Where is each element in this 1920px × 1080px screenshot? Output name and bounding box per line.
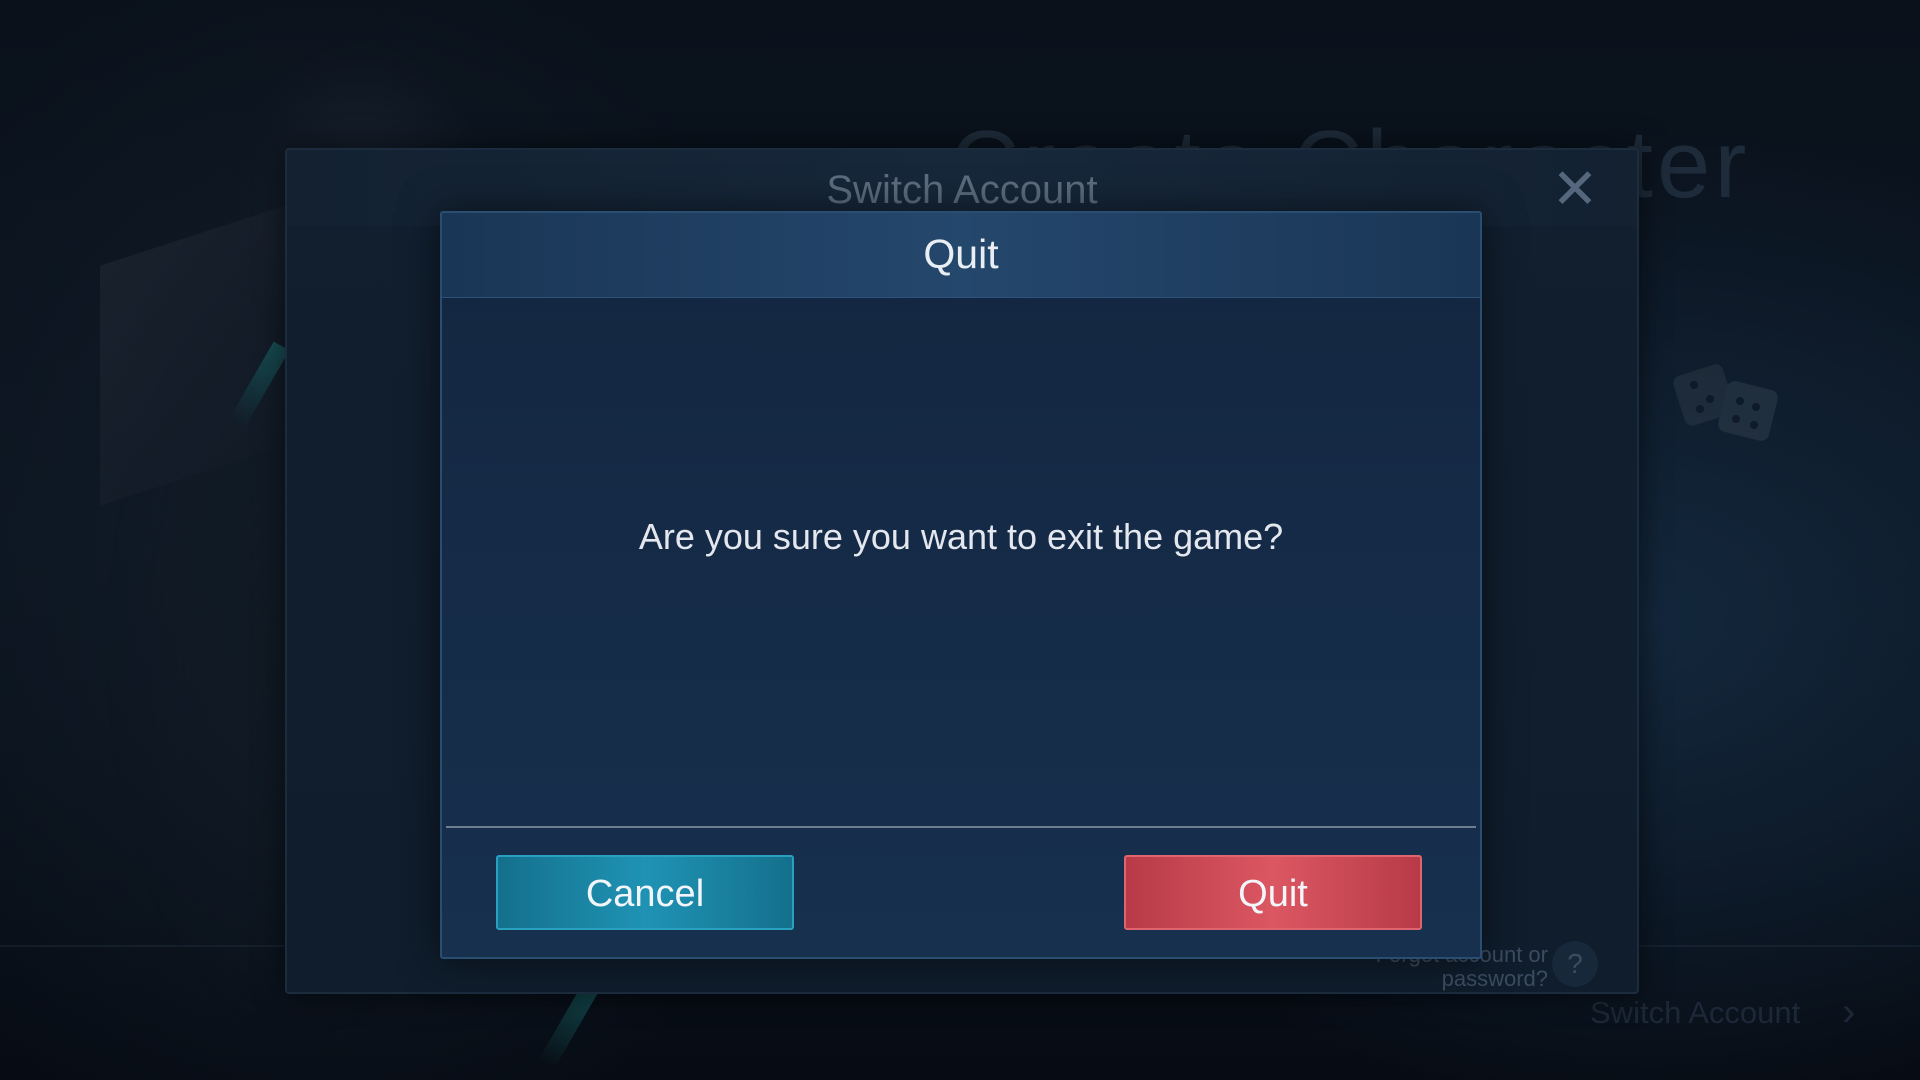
game-screen: ‹ Create Character Switch Account › Swit… bbox=[0, 0, 1920, 1080]
quit-dialog-title: Quit bbox=[923, 231, 999, 277]
switch-account-button[interactable]: Switch Account bbox=[1590, 995, 1800, 1031]
cancel-button[interactable]: Cancel bbox=[496, 855, 794, 930]
forget-account-line2: password? bbox=[1441, 966, 1548, 991]
quit-dialog: Quit Are you sure you want to exit the g… bbox=[440, 211, 1482, 959]
quit-dialog-message: Are you sure you want to exit the game? bbox=[638, 516, 1284, 557]
dice-icon bbox=[1673, 364, 1778, 441]
quit-button[interactable]: Quit bbox=[1124, 855, 1422, 930]
chevron-right-icon: › bbox=[1842, 990, 1856, 1034]
help-icon[interactable]: ? bbox=[1552, 941, 1598, 987]
quit-dialog-divider bbox=[446, 826, 1476, 828]
switch-account-title: Switch Account bbox=[826, 168, 1098, 212]
close-icon[interactable]: ✕ bbox=[1550, 161, 1600, 217]
